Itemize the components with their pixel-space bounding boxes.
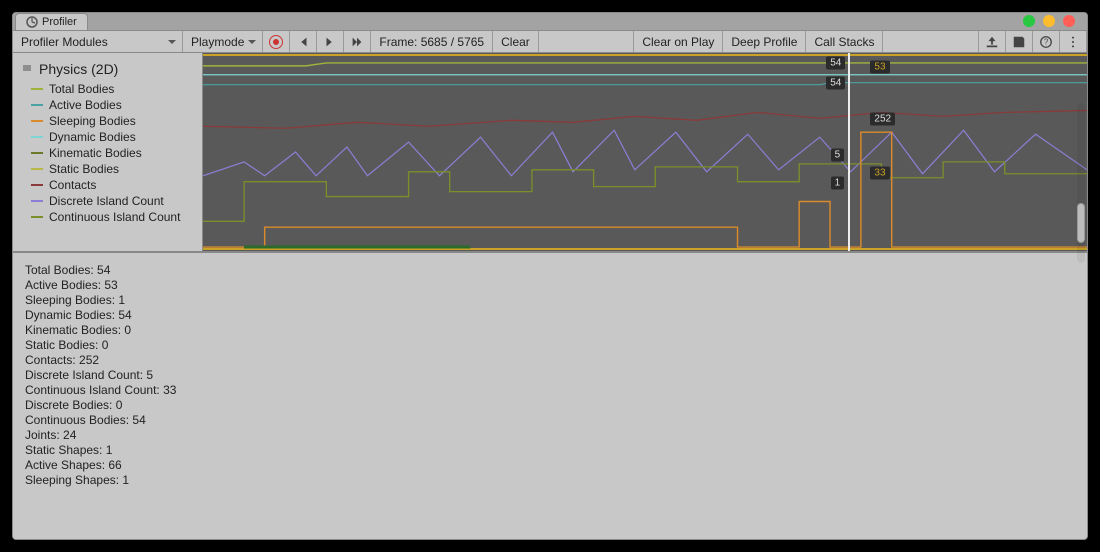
profiler-icon <box>26 16 38 28</box>
detail-line: Total Bodies: 54 <box>25 263 1075 278</box>
next-frame-icon <box>323 35 337 49</box>
legend-label: Discrete Island Count <box>49 194 164 208</box>
legend-swatch <box>31 120 43 122</box>
clear-button[interactable]: Clear <box>493 31 539 52</box>
detail-line: Sleeping Shapes: 1 <box>25 473 1075 488</box>
frame-cursor[interactable] <box>848 53 850 251</box>
details-pane: Total Bodies: 54Active Bodies: 53Sleepin… <box>13 253 1087 539</box>
save-button[interactable] <box>1006 31 1033 52</box>
legend-swatch <box>31 216 43 218</box>
detail-line: Joints: 24 <box>25 428 1075 443</box>
value-label-53: 53 <box>870 61 889 74</box>
legend-item[interactable]: Dynamic Bodies <box>13 129 202 145</box>
legend-label: Total Bodies <box>49 82 114 96</box>
load-button[interactable] <box>979 31 1006 52</box>
last-frame-button[interactable] <box>344 31 371 52</box>
drag-handle-icon <box>21 61 33 77</box>
legend-item[interactable]: Kinematic Bodies <box>13 145 202 161</box>
prev-frame-icon <box>296 35 310 49</box>
value-label-252: 252 <box>870 113 895 126</box>
tab-label: Profiler <box>42 16 77 28</box>
detail-line: Continuous Island Count: 33 <box>25 383 1075 398</box>
record-button[interactable] <box>263 31 290 52</box>
legend-label: Contacts <box>49 178 96 192</box>
detail-line: Continuous Bodies: 54 <box>25 413 1075 428</box>
call-stacks-button[interactable]: Call Stacks <box>806 31 883 52</box>
help-icon: ? <box>1039 35 1053 49</box>
prev-frame-button[interactable] <box>290 31 317 52</box>
tab-bar: Profiler <box>13 13 1087 31</box>
value-label-33: 33 <box>870 167 889 180</box>
chart-svg <box>203 53 1087 251</box>
detail-line: Active Bodies: 53 <box>25 278 1075 293</box>
legend-swatch <box>31 152 43 154</box>
context-menu-button[interactable] <box>1060 31 1087 52</box>
detail-line: Sleeping Bodies: 1 <box>25 293 1075 308</box>
value-label-1: 1 <box>831 177 845 190</box>
toolbar: Profiler Modules Playmode Frame: 5685 / … <box>13 31 1087 53</box>
scrollbar-thumb[interactable] <box>1077 203 1085 243</box>
detail-line: Discrete Island Count: 5 <box>25 368 1075 383</box>
legend-item[interactable]: Continuous Island Count <box>13 209 202 225</box>
record-icon <box>269 35 283 49</box>
chart-legend: Physics (2D) Total Bodies Active Bodies Sl… <box>13 53 203 251</box>
legend-item[interactable]: Contacts <box>13 177 202 193</box>
profiler-window: Profiler Profiler Modules Playmode Frame… <box>12 12 1088 540</box>
help-button[interactable]: ? <box>1033 31 1060 52</box>
toolbar-spacer <box>539 31 635 52</box>
module-title: Physics (2D) <box>39 61 118 77</box>
legend-item[interactable]: Active Bodies <box>13 97 202 113</box>
save-icon <box>1012 35 1026 49</box>
legend-item[interactable]: Sleeping Bodies <box>13 113 202 129</box>
tab-profiler[interactable]: Profiler <box>15 13 88 30</box>
legend-swatch <box>31 184 43 186</box>
detail-line: Static Shapes: 1 <box>25 443 1075 458</box>
chart-area[interactable]: 54 53 54 252 5 33 1 <box>203 53 1087 251</box>
detail-line: Active Shapes: 66 <box>25 458 1075 473</box>
deep-profile-button[interactable]: Deep Profile <box>723 31 806 52</box>
playmode-dropdown[interactable]: Playmode <box>183 31 263 52</box>
legend-item[interactable]: Discrete Island Count <box>13 193 202 209</box>
value-label-5: 5 <box>831 149 845 162</box>
legend-item[interactable]: Total Bodies <box>13 81 202 97</box>
maximize-button[interactable] <box>1023 15 1035 27</box>
detail-line: Contacts: 252 <box>25 353 1075 368</box>
load-icon <box>985 35 999 49</box>
value-label-54a: 54 <box>826 57 845 70</box>
profiler-modules-dropdown[interactable]: Profiler Modules <box>13 31 183 52</box>
detail-line: Kinematic Bodies: 0 <box>25 323 1075 338</box>
legend-label: Continuous Island Count <box>49 210 180 224</box>
detail-line: Discrete Bodies: 0 <box>25 398 1075 413</box>
legend-swatch <box>31 88 43 90</box>
legend-label: Kinematic Bodies <box>49 146 142 160</box>
value-label-54b: 54 <box>826 77 845 90</box>
legend-swatch <box>31 104 43 106</box>
legend-item[interactable]: Static Bodies <box>13 161 202 177</box>
module-row: Physics (2D) Total Bodies Active Bodies Sl… <box>13 53 1087 253</box>
next-frame-button[interactable] <box>317 31 344 52</box>
detail-line: Static Bodies: 0 <box>25 338 1075 353</box>
module-title-row[interactable]: Physics (2D) <box>13 57 202 81</box>
legend-label: Static Bodies <box>49 162 119 176</box>
frame-counter: Frame: 5685 / 5765 <box>371 31 493 52</box>
legend-swatch <box>31 168 43 170</box>
legend-swatch <box>31 200 43 202</box>
last-frame-icon <box>350 35 364 49</box>
legend-label: Sleeping Bodies <box>49 114 136 128</box>
detail-line: Dynamic Bodies: 54 <box>25 308 1075 323</box>
menu-icon <box>1066 35 1080 49</box>
scrollbar-vertical[interactable] <box>1077 103 1085 263</box>
window-controls <box>1023 15 1075 27</box>
legend-label: Active Bodies <box>49 98 122 112</box>
legend-label: Dynamic Bodies <box>49 130 136 144</box>
legend-swatch <box>31 136 43 138</box>
svg-text:?: ? <box>1044 37 1049 46</box>
minimize-button[interactable] <box>1043 15 1055 27</box>
close-button[interactable] <box>1063 15 1075 27</box>
clear-on-play-button[interactable]: Clear on Play <box>634 31 723 52</box>
